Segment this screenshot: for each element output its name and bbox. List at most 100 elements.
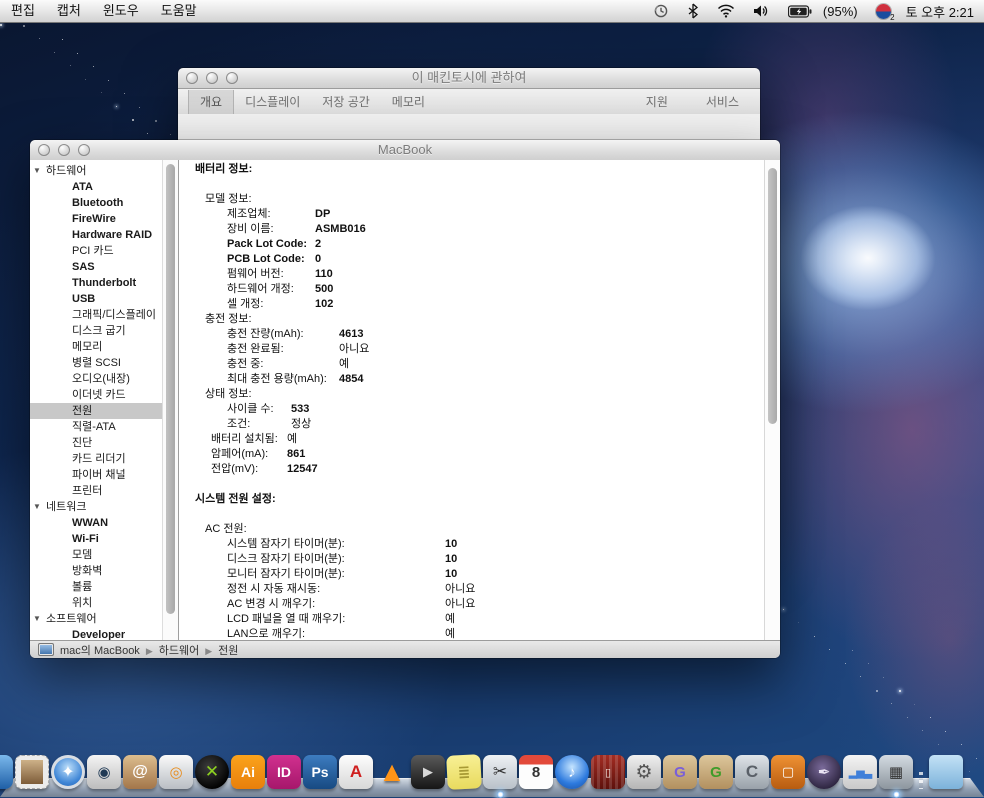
dock-icon-toast[interactable]: ◎ <box>158 753 194 791</box>
report-row: 모니터 잠자기 타이머(분):10 <box>187 567 760 582</box>
sidebar-item-SAS[interactable]: SAS <box>30 259 178 275</box>
about-titlebar[interactable]: 이 매킨토시에 관하여 <box>178 68 760 89</box>
dock: ✦◉@◎✕AiIDPsA▲▶≣✂8♪▯⚙GGC▢✒▂▅▃▦ <box>0 748 984 798</box>
dock-icon-downloads-folder[interactable] <box>928 753 964 791</box>
menu-item-1[interactable]: 편집 <box>0 0 46 22</box>
sidebar-item-위치[interactable]: 위치 <box>30 595 178 611</box>
tab-디스플레이[interactable]: 디스플레이 <box>234 90 311 114</box>
dock-icon-pages[interactable]: ✒ <box>806 753 842 791</box>
menu-clock[interactable]: 토 오후 2:21 <box>900 2 984 21</box>
sidebar-item-메모리[interactable]: 메모리 <box>30 339 178 355</box>
time-machine-icon[interactable] <box>644 0 678 22</box>
sidebar-item-네트워크[interactable]: ▼네트워크 <box>30 499 178 515</box>
sidebar-item-PCI 카드[interactable]: PCI 카드 <box>30 243 178 259</box>
system-information-window: MacBook ▼하드웨어ATABluetoothFireWireHardwar… <box>30 140 780 658</box>
tab-저장 공간[interactable]: 저장 공간 <box>311 90 381 114</box>
dock-icon-mail[interactable] <box>14 753 50 791</box>
sidebar-scrollbar[interactable] <box>162 160 178 640</box>
battery-icon[interactable] <box>779 0 821 22</box>
sidebar-item-전원[interactable]: 전원 <box>30 403 178 419</box>
sidebar-item-ATA[interactable]: ATA <box>30 179 178 195</box>
volume-icon[interactable] <box>744 0 779 22</box>
dock-icon-safari[interactable]: ✦ <box>50 753 86 791</box>
dock-icon-archive-purple[interactable]: G <box>662 753 698 791</box>
report-row <box>187 177 760 192</box>
sidebar-item-파이버 채널[interactable]: 파이버 채널 <box>30 467 178 483</box>
report-label: 정전 시 자동 재시동: <box>227 582 445 597</box>
sidebar-item-오디오(내장)[interactable]: 오디오(내장) <box>30 371 178 387</box>
sidebar-item-방화벽[interactable]: 방화벽 <box>30 563 178 579</box>
tab-개요[interactable]: 개요 <box>188 90 234 114</box>
dock-icon-photoshop[interactable]: Ps <box>302 753 338 791</box>
input-source-flag-icon[interactable]: 2 <box>867 0 900 22</box>
dock-icon-system-preferences[interactable]: ⚙ <box>626 753 662 791</box>
dock-icon-facetime[interactable]: ◉ <box>86 753 122 791</box>
link-서비스[interactable]: 서비스 <box>695 90 750 114</box>
sidebar-item-소프트웨어[interactable]: ▼소프트웨어 <box>30 611 178 627</box>
dock-icon-keynote[interactable]: ▢ <box>770 753 806 791</box>
dock-icon-system-information[interactable]: ▦ <box>878 753 914 791</box>
sidebar-item-하드웨어[interactable]: ▼하드웨어 <box>30 163 178 179</box>
sidebar-item-카드 리더기[interactable]: 카드 리더기 <box>30 451 178 467</box>
report-label: 셀 개정: <box>227 297 315 312</box>
dock-icon-ical[interactable]: 8 <box>518 753 554 791</box>
disclosure-triangle-icon[interactable]: ▼ <box>33 611 41 627</box>
menu-item-2[interactable]: 캡처 <box>46 0 92 22</box>
menu-item-4[interactable]: 도움말 <box>150 0 208 22</box>
dock-icon-clamp-tool[interactable]: C <box>734 753 770 791</box>
dock-icon-numbers[interactable]: ▂▅▃ <box>842 753 878 791</box>
link-지원[interactable]: 지원 <box>635 90 679 114</box>
dock-icon-itunes[interactable]: ♪ <box>554 753 590 791</box>
sidebar-item-진단[interactable]: 진단 <box>30 435 178 451</box>
sidebar-item-모뎀[interactable]: 모뎀 <box>30 547 178 563</box>
battery-percent[interactable]: (95%) <box>821 0 867 22</box>
sidebar-item-디스크 굽기[interactable]: 디스크 굽기 <box>30 323 178 339</box>
sidebar-item-볼륨[interactable]: 볼륨 <box>30 579 178 595</box>
sidebar-item-프린터[interactable]: 프린터 <box>30 483 178 499</box>
dock-icon-archive-green[interactable]: G <box>698 753 734 791</box>
dock-icon-green-x-app[interactable]: ✕ <box>194 753 230 791</box>
computer-icon <box>38 643 54 656</box>
sidebar-item-Hardware RAID[interactable]: Hardware RAID <box>30 227 178 243</box>
report-value: 0 <box>315 253 321 265</box>
dock-icon-acrobat-reader[interactable]: A <box>338 753 374 791</box>
wifi-icon[interactable] <box>708 0 744 22</box>
sidebar-scrollbar-thumb[interactable] <box>166 164 175 614</box>
sidebar-item-Bluetooth[interactable]: Bluetooth <box>30 195 178 211</box>
bluetooth-icon[interactable] <box>678 0 708 22</box>
content-scrollbar[interactable] <box>764 160 780 640</box>
menu-item-3[interactable]: 윈도우 <box>92 0 150 22</box>
dock-icon-media-player[interactable]: ▶ <box>410 753 446 791</box>
report-label: 하드웨어 개정: <box>227 282 315 297</box>
report-value: 정상 <box>291 418 311 430</box>
dock-icon-grab[interactable]: ✂ <box>482 753 518 791</box>
report-row: 조건:정상 <box>187 417 760 432</box>
disclosure-triangle-icon[interactable]: ▼ <box>33 499 41 515</box>
report-value: 110 <box>315 268 333 280</box>
report-row: LAN으로 깨우기:예 <box>187 627 760 640</box>
dock-icon-stickies[interactable]: ≣ <box>446 753 482 791</box>
dock-icon-illustrator[interactable]: Ai <box>230 753 266 791</box>
sidebar-item-Thunderbolt[interactable]: Thunderbolt <box>30 275 178 291</box>
dock-icon-finder[interactable] <box>0 753 14 791</box>
report-value: 아니요 <box>445 598 475 610</box>
content-scrollbar-thumb[interactable] <box>768 168 777 424</box>
sidebar-item-FireWire[interactable]: FireWire <box>30 211 178 227</box>
report-value: 예 <box>339 358 349 370</box>
disclosure-triangle-icon[interactable]: ▼ <box>33 163 41 179</box>
sidebar-item-그래픽/디스플레이[interactable]: 그래픽/디스플레이 <box>30 307 178 323</box>
sidebar-item-USB[interactable]: USB <box>30 291 178 307</box>
sidebar-item-이더넷 카드[interactable]: 이더넷 카드 <box>30 387 178 403</box>
report-label: LAN으로 깨우기: <box>227 627 445 640</box>
sidebar-item-WWAN[interactable]: WWAN <box>30 515 178 531</box>
sidebar-item-직렬-ATA[interactable]: 직렬-ATA <box>30 419 178 435</box>
sidebar-item-병렬 SCSI[interactable]: 병렬 SCSI <box>30 355 178 371</box>
dock-icon-address-book[interactable]: @ <box>122 753 158 791</box>
sysinfo-titlebar[interactable]: MacBook <box>30 140 780 161</box>
tab-메모리[interactable]: 메모리 <box>381 90 436 114</box>
sidebar-item-Developer[interactable]: Developer <box>30 627 178 640</box>
sidebar-item-Wi-Fi[interactable]: Wi-Fi <box>30 531 178 547</box>
dock-icon-photo-booth[interactable]: ▯ <box>590 753 626 791</box>
dock-icon-indesign[interactable]: ID <box>266 753 302 791</box>
dock-icon-vlc[interactable]: ▲ <box>374 753 410 791</box>
